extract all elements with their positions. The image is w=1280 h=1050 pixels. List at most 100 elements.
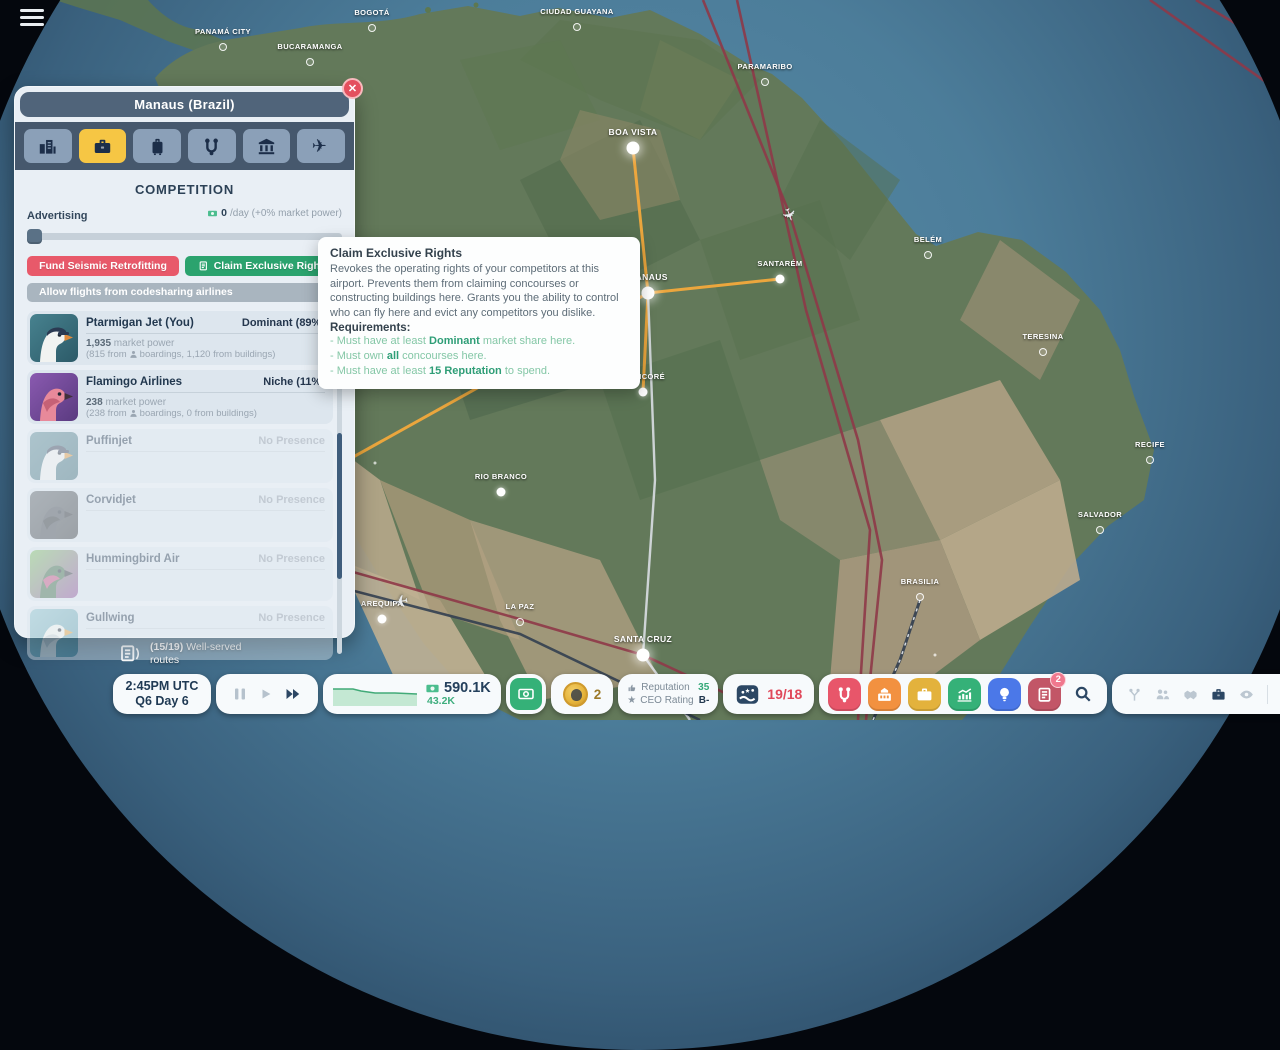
search-button[interactable] xyxy=(1068,678,1098,711)
ceo-rating-value: B- xyxy=(699,694,710,707)
route-icon xyxy=(836,686,853,703)
city-icon xyxy=(38,137,57,156)
notification-badge: 2 xyxy=(1050,672,1066,688)
airport-marker-ciudad-guayana[interactable] xyxy=(573,23,581,31)
toolbar-divider xyxy=(1267,685,1268,704)
city-label: Rio Branco xyxy=(475,472,527,481)
city-label: Panamá City xyxy=(195,27,251,36)
business-button[interactable] xyxy=(908,678,941,711)
city-label: Salvador xyxy=(1078,510,1122,519)
tooltip-requirement: - Must own all concourses here. xyxy=(330,349,628,364)
alliances-button[interactable] xyxy=(1183,687,1198,702)
competition-button[interactable] xyxy=(1211,687,1226,702)
airport-marker-santar-m[interactable] xyxy=(776,275,785,284)
airline-market-power: 1,935 market power xyxy=(86,338,325,349)
slider-handle[interactable] xyxy=(27,229,42,244)
plane-icon: ✈ xyxy=(312,137,331,156)
tooltip-body: Revokes the operating rights of your com… xyxy=(330,262,628,320)
airline-row[interactable]: Ptarmigan Jet (You)Dominant (89%)1,935 m… xyxy=(27,311,333,365)
tab-route[interactable] xyxy=(188,129,236,163)
coin-display[interactable]: 2 xyxy=(551,674,614,714)
airline-name: Hummingbird Air xyxy=(86,553,180,565)
airline-name: Ptarmigan Jet (You) xyxy=(86,317,194,329)
codeshare-toggle-button[interactable]: Allow flights from codesharing airlines xyxy=(27,283,342,302)
overview-button[interactable] xyxy=(1239,687,1254,702)
cash-amount: 590.1K xyxy=(444,681,491,696)
airport-panel-title: Manaus (Brazil) xyxy=(20,92,349,117)
bottom-toolbar: 2:45PM UTC Q6 Day 6 590.1K 43.2K 2 R xyxy=(113,674,1280,714)
airline-row[interactable]: PuffinjetNo Presence xyxy=(27,429,333,483)
airport-marker-santa-cruz[interactable] xyxy=(637,649,650,662)
briefcase-icon xyxy=(93,137,112,156)
fleet-capacity-display[interactable]: 19/18 xyxy=(723,674,814,714)
advertising-slider[interactable] xyxy=(27,229,342,244)
airline-market-status: No Presence xyxy=(258,435,325,447)
airport-marker-bucaramanga[interactable] xyxy=(306,58,314,66)
airport-marker-la-paz[interactable] xyxy=(516,618,524,626)
menu-hamburger-icon[interactable] xyxy=(20,9,44,29)
airport-marker-paramaribo[interactable] xyxy=(761,78,769,86)
airline-market-status: No Presence xyxy=(258,612,325,624)
advertising-label: Advertising xyxy=(27,210,88,222)
tab-concourse[interactable] xyxy=(243,129,291,163)
airport-marker-manicor-[interactable] xyxy=(639,388,648,397)
thumbs-up-icon xyxy=(627,683,637,693)
airplane-icon[interactable]: ✈ xyxy=(392,589,410,611)
tab-luggage[interactable] xyxy=(133,129,181,163)
airport-marker-teresina[interactable] xyxy=(1039,348,1047,356)
airport-panel-tabs: ✈ xyxy=(15,122,354,170)
stats-button[interactable] xyxy=(948,678,981,711)
fast-forward-icon[interactable] xyxy=(284,686,302,702)
tab-briefcase[interactable] xyxy=(79,129,127,163)
airline-market-status: No Presence xyxy=(258,553,325,565)
cash-display[interactable]: 590.1K 43.2K xyxy=(323,674,501,714)
airport-marker-salvador[interactable] xyxy=(1096,526,1104,534)
briefcase-icon xyxy=(916,686,933,703)
airports-button[interactable] xyxy=(868,678,901,711)
city-label: Recife xyxy=(1135,440,1165,449)
staff-button[interactable] xyxy=(1155,687,1170,702)
news-button[interactable]: 2 xyxy=(1028,678,1061,711)
play-icon[interactable] xyxy=(259,687,273,701)
city-label: Ciudad Guayana xyxy=(540,7,613,16)
airport-marker-manaus[interactable] xyxy=(642,287,655,300)
airport-marker-arequipa[interactable] xyxy=(378,615,387,624)
fleet-icon xyxy=(735,683,760,706)
reputation-display[interactable]: Reputation 35 ★ CEO Rating B- xyxy=(618,674,718,714)
scrollbar-thumb[interactable] xyxy=(337,433,342,579)
secondary-toolbar xyxy=(1112,674,1280,714)
airline-row[interactable]: Flamingo AirlinesNiche (11%)238 market p… xyxy=(27,370,333,424)
magnifier-icon xyxy=(1074,685,1092,703)
airline-market-power: 238 market power xyxy=(86,397,325,408)
time-display[interactable]: 2:45PM UTC Q6 Day 6 xyxy=(113,674,211,714)
finances-button[interactable] xyxy=(510,678,542,710)
airline-power-breakdown: (815 from boardings, 1,120 from building… xyxy=(86,349,325,360)
close-icon[interactable]: ✕ xyxy=(342,78,363,99)
airport-marker-panam-city[interactable] xyxy=(219,43,227,51)
ideas-button[interactable] xyxy=(988,678,1021,711)
airline-row[interactable]: Gullwing No Presence xyxy=(27,606,333,660)
airport-marker-recife[interactable] xyxy=(1146,456,1154,464)
city-label: Bogotá xyxy=(354,8,389,17)
coin-icon xyxy=(563,682,588,707)
news-icon xyxy=(1036,686,1053,703)
airport-marker-rio-branco[interactable] xyxy=(497,488,506,497)
airport-marker-bel-m[interactable] xyxy=(924,251,932,259)
fund-seismic-retrofitting-button[interactable]: Fund Seismic Retrofitting xyxy=(27,256,179,276)
airport-marker-boa-vista[interactable] xyxy=(627,142,640,155)
pause-icon[interactable] xyxy=(232,686,248,702)
tab-city[interactable] xyxy=(24,129,72,163)
competition-airline-list: Ptarmigan Jet (You)Dominant (89%)1,935 m… xyxy=(27,311,342,660)
routes-button[interactable] xyxy=(828,678,861,711)
airline-row[interactable]: CorvidjetNo Presence xyxy=(27,488,333,542)
network-button[interactable] xyxy=(1127,687,1142,702)
airline-market-status: No Presence xyxy=(258,494,325,506)
people-icon xyxy=(1155,687,1170,702)
competition-section-title: Competition xyxy=(27,182,342,197)
airplane-icon[interactable]: ✈ xyxy=(776,205,800,225)
tab-plane[interactable]: ✈ xyxy=(297,129,345,163)
airline-row[interactable]: Hummingbird Air No Presence xyxy=(27,547,333,601)
airport-marker-bogot-[interactable] xyxy=(368,24,376,32)
airport-marker-brasilia[interactable] xyxy=(916,593,924,601)
airline-name: Gullwing xyxy=(86,612,135,624)
